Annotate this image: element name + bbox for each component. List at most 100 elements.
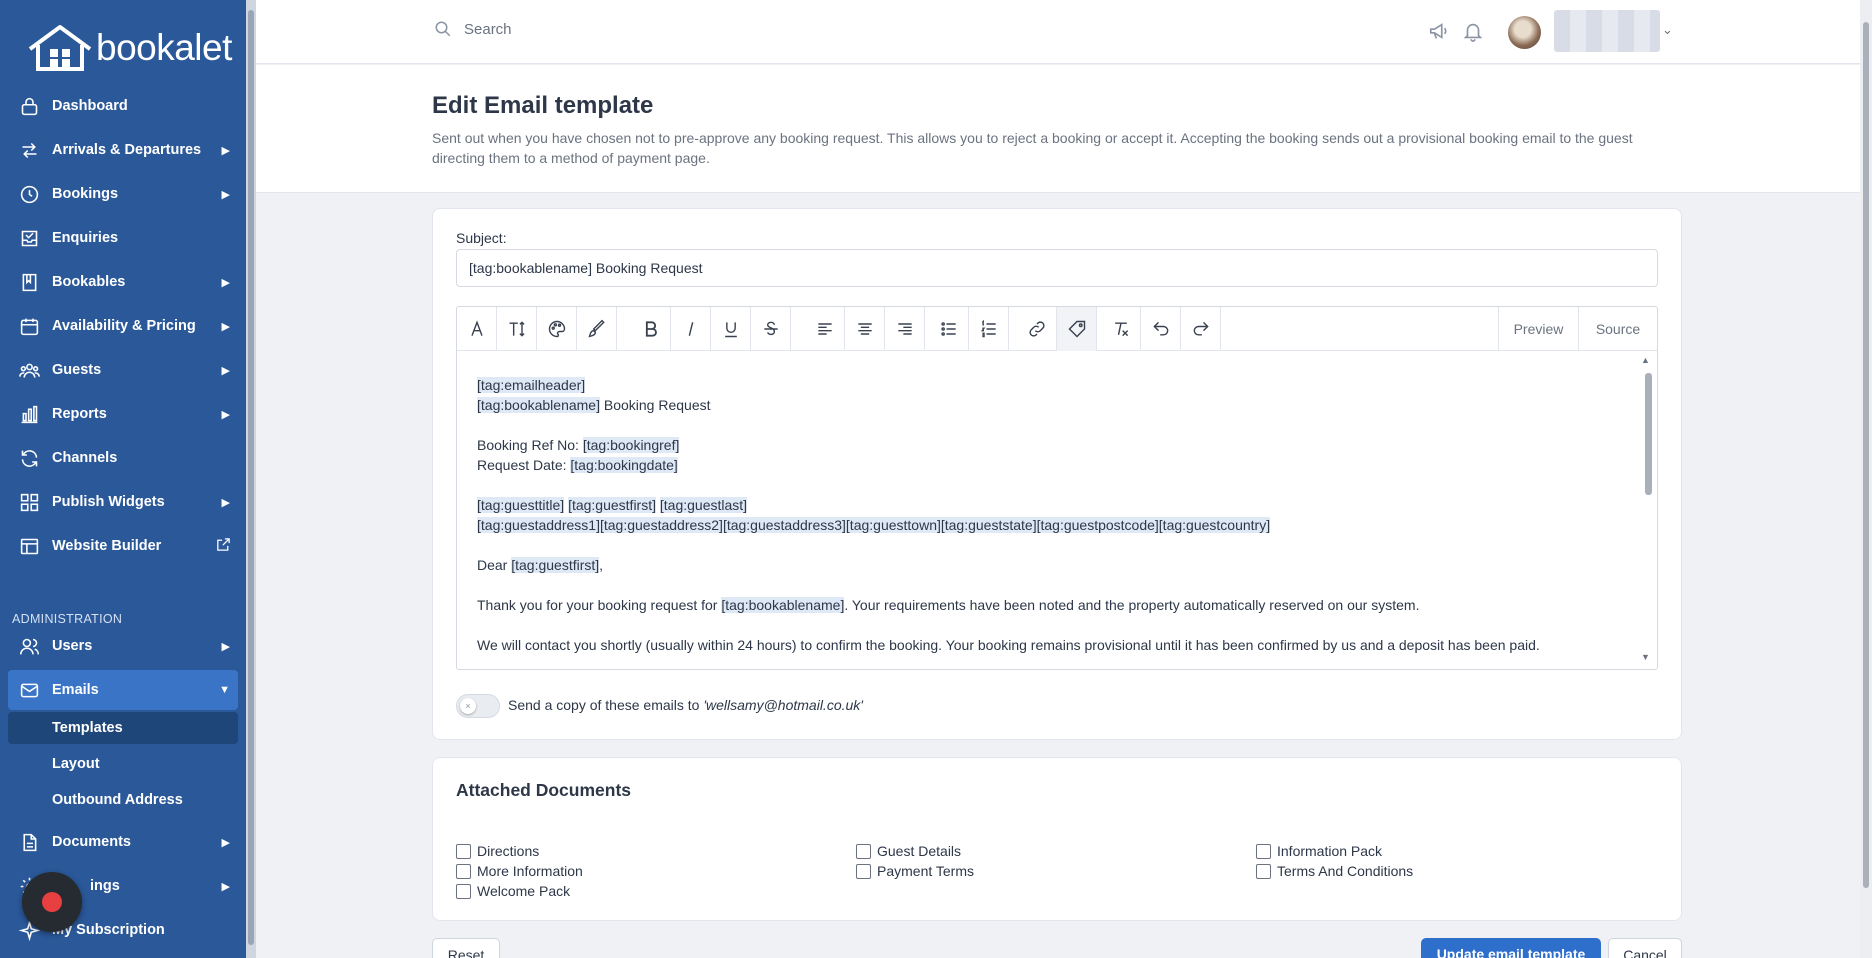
sidebar-item-label: Users bbox=[52, 638, 93, 654]
sidebar-subitem-layout[interactable]: Layout bbox=[8, 748, 238, 780]
preview-button[interactable]: Preview bbox=[1498, 307, 1578, 351]
body-line: [tag:guesttitle] [tag:guestfirst] [tag:g… bbox=[477, 497, 748, 513]
user-name-redacted[interactable] bbox=[1554, 10, 1660, 52]
sidebar-item-bookables[interactable]: Bookables ▶ bbox=[0, 262, 246, 302]
brand-logo[interactable]: bookalet bbox=[0, 0, 246, 96]
scroll-down-icon[interactable]: ▼ bbox=[1641, 652, 1650, 662]
sidebar-item-enquiries[interactable]: Enquiries bbox=[0, 218, 246, 258]
attached-documents-title: Attached Documents bbox=[456, 780, 632, 800]
checkbox[interactable] bbox=[456, 843, 471, 859]
bold-button[interactable] bbox=[631, 307, 671, 351]
align-left-icon bbox=[817, 323, 832, 335]
checkbox[interactable] bbox=[456, 883, 471, 899]
numbered-list-button[interactable] bbox=[969, 307, 1009, 351]
sidebar-scrollbar[interactable] bbox=[246, 0, 256, 958]
inbox-check-icon bbox=[18, 227, 40, 249]
highlight-button[interactable] bbox=[577, 307, 617, 351]
main-scroll-thumb[interactable] bbox=[1863, 22, 1869, 888]
chevron-right-icon: ▶ bbox=[221, 640, 230, 653]
source-button[interactable]: Source bbox=[1578, 307, 1657, 351]
color-button[interactable] bbox=[537, 307, 577, 351]
sidebar-item-emails[interactable]: Emails ▼ bbox=[8, 670, 238, 710]
sidebar-item-dashboard[interactable]: Dashboard bbox=[0, 86, 246, 126]
send-copy-email: 'wellsamy@hotmail.co.uk' bbox=[703, 697, 863, 713]
chevron-right-icon: ▶ bbox=[221, 276, 230, 289]
close-icon: × bbox=[460, 698, 476, 714]
record-button[interactable] bbox=[22, 872, 82, 932]
link-button[interactable] bbox=[1017, 307, 1057, 351]
attachment-checkbox-information-pack[interactable]: Information Pack bbox=[1256, 843, 1382, 859]
sidebar-item-users[interactable]: Users ▶ bbox=[0, 626, 246, 666]
sidebar-scroll-thumb[interactable] bbox=[248, 10, 254, 945]
bullet-list-button[interactable] bbox=[929, 307, 969, 351]
chevron-right-icon: ▶ bbox=[221, 880, 230, 893]
avatar[interactable] bbox=[1508, 16, 1541, 49]
search-icon bbox=[435, 21, 451, 37]
clear-format-button[interactable] bbox=[1101, 307, 1141, 351]
scroll-up-icon[interactable]: ▲ bbox=[1641, 355, 1650, 365]
update-email-template-button[interactable]: Update email template bbox=[1421, 938, 1601, 958]
template-tag: [tag:guestlast] bbox=[659, 497, 748, 513]
undo-button[interactable] bbox=[1141, 307, 1181, 351]
rich-text-editor[interactable]: Preview Source [tag:emailheader] [tag:bo… bbox=[456, 306, 1658, 670]
send-copy-text: Send a copy of these emails to bbox=[508, 697, 700, 713]
strikethrough-button[interactable] bbox=[751, 307, 791, 351]
attachment-checkbox-terms-and-conditions[interactable]: Terms And Conditions bbox=[1256, 863, 1413, 879]
brand-name: bookalet bbox=[96, 27, 232, 68]
sidebar-item-guests[interactable]: Guests ▶ bbox=[0, 350, 246, 390]
sidebar-item-label: Emails bbox=[52, 682, 99, 698]
underline-button[interactable] bbox=[711, 307, 751, 351]
strikethrough-icon bbox=[763, 321, 778, 336]
search-input[interactable] bbox=[464, 20, 764, 38]
users-icon bbox=[18, 359, 40, 381]
align-left-button[interactable] bbox=[805, 307, 845, 351]
sidebar-item-bookings[interactable]: Bookings ▶ bbox=[0, 174, 246, 214]
sidebar-item-channels[interactable]: Channels bbox=[0, 438, 246, 478]
sidebar-subitem-templates[interactable]: Templates bbox=[8, 712, 238, 744]
insert-tag-button[interactable] bbox=[1057, 307, 1097, 351]
sidebar-item-label: Documents bbox=[52, 834, 131, 850]
cancel-button[interactable]: Cancel bbox=[1608, 938, 1682, 958]
attachment-label: More Information bbox=[477, 863, 583, 879]
checkbox[interactable] bbox=[1256, 843, 1271, 859]
editor-toolbar: Preview Source bbox=[457, 307, 1657, 351]
attachment-checkbox-guest-details[interactable]: Guest Details bbox=[856, 843, 961, 859]
bell-icon[interactable] bbox=[1462, 20, 1484, 47]
font-size-button[interactable] bbox=[497, 307, 537, 351]
reset-button[interactable]: Reset bbox=[432, 938, 500, 958]
megaphone-icon[interactable] bbox=[1428, 20, 1450, 47]
align-right-button[interactable] bbox=[885, 307, 925, 351]
font-button[interactable] bbox=[457, 307, 497, 351]
sidebar-item-website-builder[interactable]: Website Builder bbox=[0, 526, 246, 566]
attachment-checkbox-welcome-pack[interactable]: Welcome Pack bbox=[456, 883, 570, 899]
checkbox[interactable] bbox=[856, 863, 871, 879]
sidebar-item-publish-widgets[interactable]: Publish Widgets ▶ bbox=[0, 482, 246, 522]
main-scrollbar[interactable] bbox=[1860, 0, 1872, 958]
checkbox[interactable] bbox=[456, 863, 471, 879]
sidebar-item-arrivals-departures[interactable]: Arrivals & Departures ▶ bbox=[0, 130, 246, 170]
search-box[interactable] bbox=[434, 20, 764, 38]
sidebar-item-reports[interactable]: Reports ▶ bbox=[0, 394, 246, 434]
checkbox[interactable] bbox=[856, 843, 871, 859]
subject-input[interactable]: [tag:bookablename] Booking Request bbox=[456, 249, 1658, 287]
sidebar-subitem-outbound-address[interactable]: Outbound Address bbox=[8, 784, 238, 816]
italic-button[interactable] bbox=[671, 307, 711, 351]
editor-scroll-thumb[interactable] bbox=[1645, 373, 1652, 495]
attachment-label: Directions bbox=[477, 843, 540, 859]
template-tag: [tag:guestaddress1][tag:guestaddress2][t… bbox=[477, 517, 1271, 533]
send-copy-toggle[interactable]: × bbox=[456, 694, 500, 718]
attachment-checkbox-payment-terms[interactable]: Payment Terms bbox=[856, 863, 974, 879]
checkbox[interactable] bbox=[1256, 863, 1271, 879]
brush-icon bbox=[588, 319, 605, 338]
redo-button[interactable] bbox=[1181, 307, 1221, 351]
chevron-down-icon[interactable]: ⌄ bbox=[1662, 22, 1673, 38]
attachment-checkbox-directions[interactable]: Directions bbox=[456, 843, 539, 859]
sidebar-item-label: Availability & Pricing bbox=[52, 318, 196, 334]
chevron-right-icon: ▶ bbox=[221, 144, 230, 157]
sidebar-item-documents[interactable]: Documents ▶ bbox=[0, 822, 246, 862]
attachment-checkbox-more-information[interactable]: More Information bbox=[456, 863, 583, 879]
sidebar-item-availability-pricing[interactable]: Availability & Pricing ▶ bbox=[0, 306, 246, 346]
align-center-button[interactable] bbox=[845, 307, 885, 351]
subject-label: Subject: bbox=[456, 230, 507, 246]
body-text: Request Date: bbox=[477, 457, 571, 473]
